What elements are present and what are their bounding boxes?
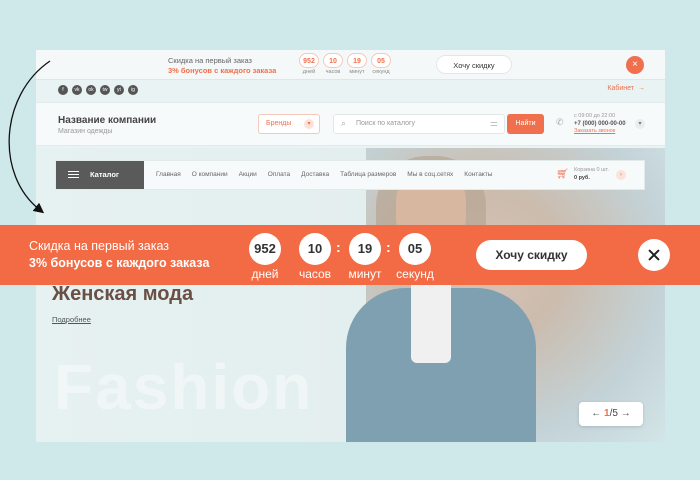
topbar-counter-minutes: 19 минут bbox=[347, 53, 367, 75]
login-icon: → bbox=[638, 85, 645, 92]
counter-minutes: 19 минут bbox=[341, 233, 389, 281]
vk-icon[interactable]: vk bbox=[72, 85, 82, 95]
nav-item-social[interactable]: Мы в соц.сетях bbox=[407, 171, 453, 178]
main-navbar: Каталог Главная О компании Акции Оплата … bbox=[55, 160, 645, 190]
topbar-promo: Скидка на первый заказ 3% бонусов с кажд… bbox=[168, 56, 276, 76]
work-hours: с 09:00 до 22:00 bbox=[574, 113, 616, 119]
search-input[interactable]: ⌕ Поиск по каталогу ⚌ bbox=[333, 114, 505, 134]
nav-item-home[interactable]: Главная bbox=[156, 171, 181, 178]
cart-icon[interactable]: 🛒︎ bbox=[556, 169, 569, 180]
cart-count: Корзина 0 шт. bbox=[574, 167, 609, 173]
brands-label: Бренды bbox=[266, 120, 292, 127]
ok-icon[interactable]: ok bbox=[86, 85, 96, 95]
counter-days: 952 дней bbox=[241, 233, 289, 281]
nav-menu: Главная О компании Акции Оплата Доставка… bbox=[156, 171, 492, 178]
youtube-icon[interactable]: yt bbox=[114, 85, 124, 95]
header-contacts: с 09:00 до 22:00 +7 (000) 000-00-00 Зака… bbox=[574, 113, 626, 136]
promo-text: Скидка на первый заказ 3% бонусов с кажд… bbox=[29, 238, 209, 272]
cabinet-link[interactable]: Кабинет → bbox=[607, 85, 645, 92]
search-placeholder: Поиск по каталогу bbox=[356, 120, 416, 127]
topbar-countdown: 952 дней 10 часов 19 минут 05 секунд bbox=[299, 53, 391, 75]
promo-bar: Скидка на первый заказ 3% бонусов с кажд… bbox=[0, 225, 700, 285]
time-separator: : bbox=[336, 239, 341, 255]
filter-icon[interactable]: ⚌ bbox=[490, 118, 498, 129]
menu-icon bbox=[68, 171, 79, 178]
contacts-chevron-icon[interactable]: ▾ bbox=[635, 119, 645, 129]
hero-watermark: Fashion bbox=[54, 351, 314, 423]
topbar-counter-seconds: 05 секунд bbox=[371, 53, 391, 75]
want-discount-button[interactable]: Хочу скидку bbox=[476, 240, 587, 270]
twitter-icon[interactable]: tw bbox=[100, 85, 110, 95]
promo-line2: 3% бонусов с каждого заказа bbox=[29, 256, 210, 270]
nav-item-about[interactable]: О компании bbox=[192, 171, 228, 178]
phone-icon: ✆ bbox=[556, 117, 564, 127]
catalog-button[interactable]: Каталог bbox=[56, 161, 144, 189]
nav-item-contacts[interactable]: Контакты bbox=[464, 171, 492, 178]
promo-line1: Скидка на первый заказ bbox=[29, 239, 169, 253]
nav-item-delivery[interactable]: Доставка bbox=[301, 171, 329, 178]
site-topbar: Скидка на первый заказ 3% бонусов с кажд… bbox=[36, 50, 665, 80]
catalog-label: Каталог bbox=[90, 170, 120, 179]
counter-hours-unit: часов bbox=[298, 267, 332, 281]
nav-item-sales[interactable]: Акции bbox=[239, 171, 257, 178]
hero-more-link[interactable]: Подробнее bbox=[52, 315, 91, 324]
topbar-promo-line2: 3% бонусов с каждого заказа bbox=[168, 66, 277, 75]
time-separator: : bbox=[386, 239, 391, 255]
slide-total: /5 bbox=[609, 408, 618, 419]
chevron-down-icon: ▾ bbox=[304, 119, 314, 129]
cabinet-label: Кабинет bbox=[607, 85, 634, 92]
cart-chevron-icon[interactable]: › bbox=[616, 170, 626, 180]
search-icon: ⌕ bbox=[341, 118, 347, 128]
slider-pager: ← 1/5 → bbox=[579, 402, 643, 426]
counter-days-unit: дней bbox=[251, 267, 279, 281]
search-button[interactable]: Найти bbox=[507, 114, 544, 134]
counter-seconds-value: 05 bbox=[399, 233, 431, 265]
counter-minutes-unit: минут bbox=[348, 267, 382, 281]
hero-model-shirt bbox=[411, 273, 451, 363]
counter-seconds: 05 секунд bbox=[391, 233, 439, 281]
topbar-counter-hours: 10 часов bbox=[323, 53, 343, 75]
company-name[interactable]: Название компании bbox=[58, 115, 156, 126]
instagram-icon[interactable]: ig bbox=[128, 85, 138, 95]
site-header: Название компании Магазин одежды Бренды ▾… bbox=[36, 102, 665, 146]
nav-item-sizes[interactable]: Таблица размеров bbox=[340, 171, 396, 178]
annotation-arrow-icon bbox=[8, 60, 51, 214]
counter-hours: 10 часов bbox=[291, 233, 339, 281]
counter-days-value: 952 bbox=[249, 233, 281, 265]
nav-item-payment[interactable]: Оплата bbox=[268, 171, 290, 178]
topbar-counter-days: 952 дней bbox=[299, 53, 319, 75]
close-icon[interactable] bbox=[638, 239, 670, 271]
social-links: f vk ok tw yt ig bbox=[58, 85, 138, 95]
prev-arrow-icon[interactable]: ← bbox=[591, 408, 601, 419]
topbar-discount-button[interactable]: Хочу скидку bbox=[436, 55, 512, 74]
topbar-promo-line1: Скидка на первый заказ bbox=[168, 56, 252, 65]
counter-minutes-value: 19 bbox=[349, 233, 381, 265]
topbar-close-icon[interactable]: × bbox=[626, 56, 644, 74]
next-arrow-icon[interactable]: → bbox=[621, 408, 631, 419]
counter-seconds-unit: секунд bbox=[396, 267, 434, 281]
cart-summary[interactable]: Корзина 0 шт. 0 руб. bbox=[574, 167, 609, 182]
company-subtitle: Магазин одежды bbox=[58, 128, 113, 135]
hero-title: Женская мода bbox=[52, 283, 194, 305]
callback-link[interactable]: Заказать звонок bbox=[574, 128, 615, 134]
cart-total: 0 руб. bbox=[574, 174, 590, 181]
counter-hours-value: 10 bbox=[299, 233, 331, 265]
brands-dropdown[interactable]: Бренды ▾ bbox=[258, 114, 320, 134]
phone-number[interactable]: +7 (000) 000-00-00 bbox=[574, 121, 626, 127]
